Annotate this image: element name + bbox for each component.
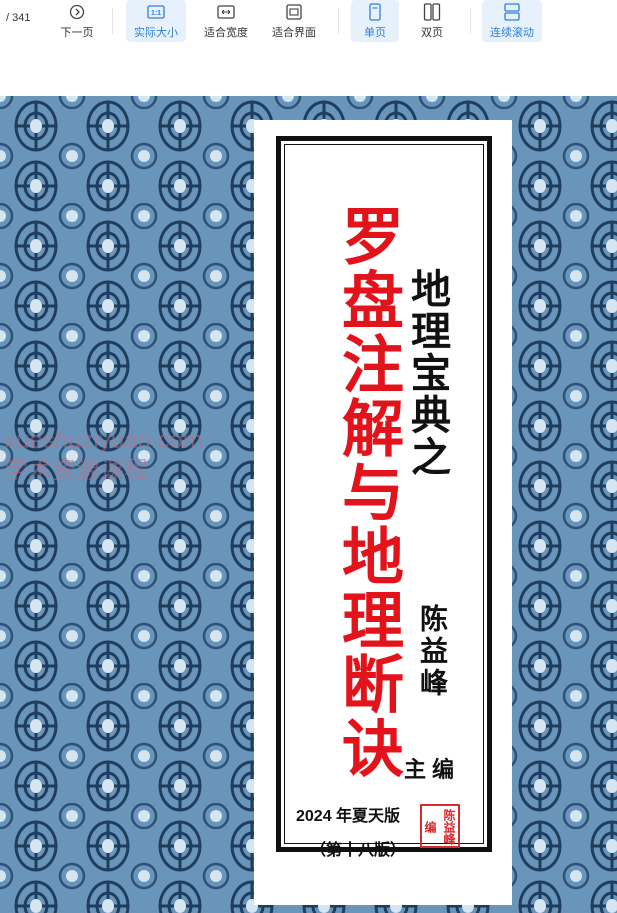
book-title: 罗盘注解与地理断诀 [331, 204, 404, 780]
toolbar-divider [338, 8, 339, 34]
red-seal-stamp: 陈益峰编 [420, 804, 460, 848]
fit-page-button[interactable]: 适合界面 [264, 0, 324, 42]
watermark: xueshuziyuan.com 学术资源课程 [4, 426, 203, 486]
double-page-icon [423, 3, 441, 21]
single-page-button[interactable]: 单页 [351, 0, 399, 42]
page-total: / 341 [6, 12, 31, 24]
chevron-right-circle-icon [68, 3, 86, 21]
fit-width-label: 适合宽度 [204, 26, 248, 39]
single-page-icon [366, 3, 384, 21]
next-page-button[interactable]: 下一页 [56, 0, 98, 42]
continuous-scroll-label: 连续滚动 [490, 26, 534, 39]
edition-label: 2024 年夏天版 [296, 808, 401, 825]
double-page-label: 双页 [421, 26, 443, 39]
watermark-text: 学术资源课程 [4, 457, 148, 484]
continuous-scroll-icon [503, 3, 521, 21]
next-page-label: 下一页 [60, 26, 94, 39]
fit-page-icon [285, 3, 303, 21]
edition-number: （第十八版） [310, 842, 407, 859]
single-page-label: 单页 [364, 26, 386, 39]
title-label-panel: 罗盘注解与地理断诀 地理宝典之 陈益峰 主编 2024 年夏天版 （第十八版） … [254, 120, 512, 905]
viewer-toolbar: / 341 下一页 1:1 实际大小 适合宽度 适合界面 单页 双页 连续滚动 [0, 0, 617, 44]
actual-size-button[interactable]: 1:1 实际大小 [126, 0, 186, 42]
fit-width-button[interactable]: 适合宽度 [196, 0, 256, 42]
editor-role: 主编 [404, 757, 461, 783]
book-subtitle: 地理宝典之 [404, 268, 451, 478]
fit-width-icon [217, 3, 235, 21]
fit-page-label: 适合界面 [272, 26, 316, 39]
actual-size-label: 实际大小 [134, 26, 178, 39]
continuous-scroll-button[interactable]: 连续滚动 [482, 0, 542, 42]
toolbar-divider [112, 8, 113, 34]
book-cover: xueshuziyuan.com 学术资源课程 罗盘注解与地理断诀 地理宝典之 … [0, 96, 617, 913]
book-author: 陈益峰 [416, 604, 449, 700]
toolbar-divider [470, 8, 471, 34]
double-page-button[interactable]: 双页 [408, 0, 456, 42]
svg-text:1:1: 1:1 [151, 10, 161, 17]
watermark-url: xueshuziyuan.com [4, 427, 203, 454]
one-to-one-icon: 1:1 [147, 3, 165, 21]
